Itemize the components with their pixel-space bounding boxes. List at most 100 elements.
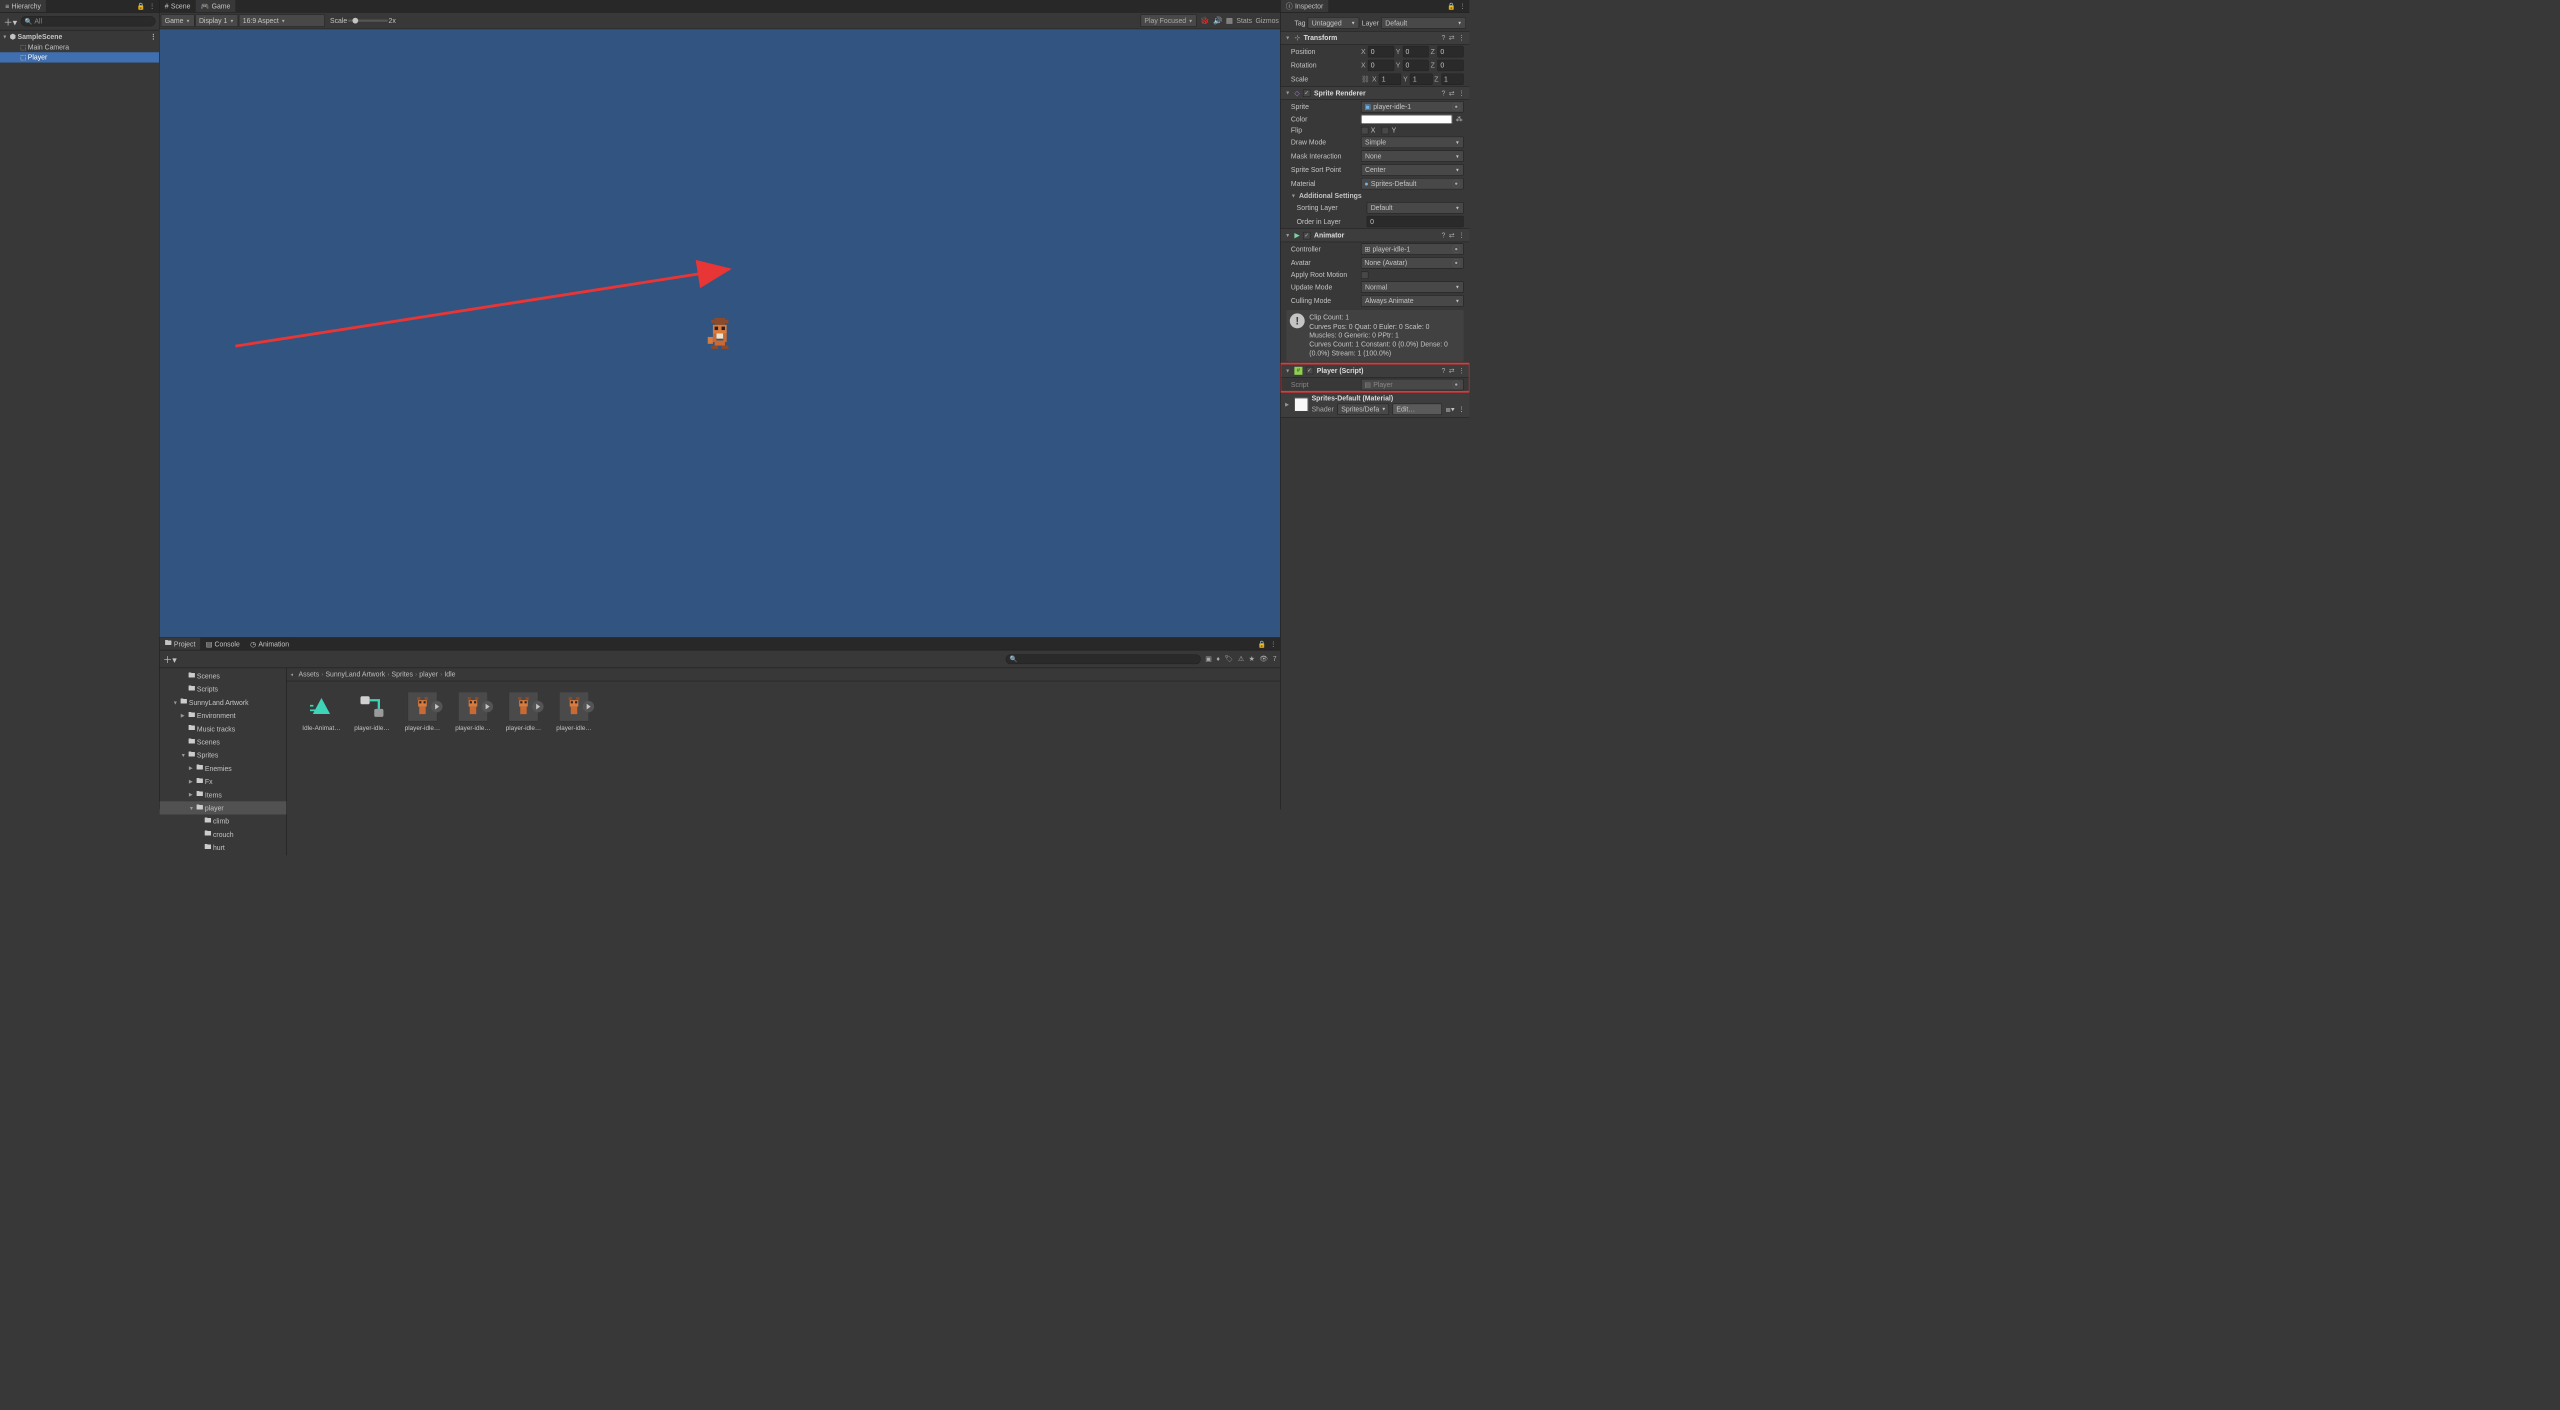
help-icon[interactable]: ? (1441, 367, 1445, 375)
flip-x-checkbox[interactable] (1361, 127, 1368, 134)
lock-icon[interactable]: 🔒 (1447, 2, 1456, 10)
sortpoint-dropdown[interactable]: Center▼ (1361, 164, 1464, 175)
project-tree-row[interactable]: 🖿climb (160, 815, 287, 828)
grid-icon[interactable]: ▦ (1226, 16, 1233, 25)
breadcrumb-item[interactable]: Idle (444, 670, 455, 678)
menu-icon[interactable]: ⋮ (149, 2, 156, 10)
aspect-select[interactable]: 16:9 Aspect▼ (239, 14, 325, 27)
menu-icon[interactable]: ⋮ (1458, 231, 1465, 239)
project-tree-row[interactable]: ▶🖿Enemies (160, 762, 287, 775)
script-field[interactable]: ▤Player (1361, 379, 1464, 390)
rootmotion-checkbox[interactable] (1361, 271, 1368, 278)
preset-icon[interactable]: ⇄ (1449, 367, 1455, 375)
project-tree-row[interactable]: ▶🖿Fx (160, 775, 287, 788)
console-tab[interactable]: ▤Console (201, 638, 245, 650)
label-icon[interactable]: 🏷 (1225, 655, 1234, 663)
project-tree-row[interactable]: ▶🖿Items (160, 788, 287, 801)
rot-z[interactable]: 0 (1437, 60, 1463, 71)
animation-tab[interactable]: ◷Animation (245, 638, 294, 650)
updatemode-dropdown[interactable]: Normal▼ (1361, 281, 1464, 292)
pos-y[interactable]: 0 (1403, 46, 1429, 57)
lock-icon[interactable]: 🔒 (1258, 640, 1267, 648)
animator-component[interactable]: ▼ ▶ ✓ Animator ?⇄⋮ (1281, 228, 1470, 242)
anim-enabled-checkbox[interactable]: ✓ (1303, 232, 1310, 239)
scale-y[interactable]: 1 (1410, 73, 1433, 84)
sr-enabled-checkbox[interactable]: ✓ (1303, 89, 1310, 96)
project-tree-row[interactable]: ▼🖿player (160, 801, 287, 814)
audio-icon[interactable]: 🔊 (1213, 16, 1222, 25)
sortlayer-dropdown[interactable]: Default▼ (1367, 202, 1464, 213)
project-tree-row[interactable]: ▶🖿Environment (160, 709, 287, 722)
mask-dropdown[interactable]: None▼ (1361, 150, 1464, 161)
scene-menu-icon[interactable]: ⋮ (150, 33, 157, 41)
breadcrumb-item[interactable]: player (419, 670, 438, 678)
gizmos-button[interactable]: Gizmos (1256, 17, 1279, 25)
object-picker-icon[interactable] (1452, 259, 1460, 267)
inspector-tab[interactable]: ⓘInspector (1281, 0, 1329, 12)
warning-icon[interactable]: ⚠ (1238, 655, 1244, 663)
pos-z[interactable]: 0 (1437, 46, 1463, 57)
scale-x[interactable]: 1 (1379, 73, 1402, 84)
project-tree-row[interactable]: 🖿Scenes (160, 669, 287, 682)
controller-field[interactable]: ⊞player-idle-1 (1361, 243, 1464, 254)
asset-item[interactable]: player-idle… (455, 692, 492, 732)
project-tree-row[interactable]: ▼🖿Sprites (160, 748, 287, 761)
menu-icon[interactable]: ⋮ (1458, 367, 1465, 375)
menu-icon[interactable]: ⋮ (1458, 34, 1465, 42)
shader-dropdown[interactable]: Sprites/Defa▼ (1337, 404, 1389, 415)
help-icon[interactable]: ? (1441, 34, 1445, 42)
asset-item[interactable]: player-idle… (505, 692, 542, 732)
pos-x[interactable]: 0 (1368, 46, 1394, 57)
transform-component[interactable]: ▼ ⊹ Transform ?⇄⋮ (1281, 31, 1470, 45)
hidden-icon[interactable]: 👁 (1259, 655, 1268, 663)
menu-icon[interactable]: ⋮ (1459, 2, 1466, 10)
help-icon[interactable]: ? (1441, 231, 1445, 239)
layer-dropdown[interactable]: Default▼ (1381, 17, 1466, 28)
tag-dropdown[interactable]: Untagged▼ (1308, 17, 1360, 28)
order-field[interactable]: 0 (1367, 216, 1464, 227)
scale-slider[interactable] (348, 20, 388, 22)
color-field[interactable] (1361, 115, 1452, 124)
stats-button[interactable]: Stats (1236, 17, 1252, 25)
hierarchy-search[interactable]: 🔍 All (21, 16, 156, 26)
cullmode-dropdown[interactable]: Always Animate▼ (1361, 295, 1464, 306)
project-tree-row[interactable]: 🖿Scenes (160, 735, 287, 748)
breadcrumb-item[interactable]: Assets (298, 670, 319, 678)
material-component[interactable]: ▶ Sprites-Default (Material) Shader Spri… (1281, 391, 1470, 417)
lock-icon[interactable]: 🔒 (137, 2, 146, 10)
project-tab[interactable]: 🖿Project (160, 638, 201, 650)
bug-icon[interactable]: 🐞 (1200, 16, 1209, 25)
menu-icon[interactable]: ⋮ (1458, 89, 1465, 97)
asset-item[interactable]: player-idle… (556, 692, 593, 732)
asset-item[interactable]: Idle-Animat… (303, 692, 340, 732)
rot-x[interactable]: 0 (1368, 60, 1394, 71)
asset-item[interactable]: player-idle… (404, 692, 441, 732)
link-icon[interactable]: ⛓ (1361, 75, 1370, 83)
add-asset-button[interactable]: ＋▾ (163, 652, 177, 666)
scene-tab[interactable]: #Scene (160, 0, 196, 12)
project-tree-row[interactable]: ▼🖿SunnyLand Artwork (160, 696, 287, 709)
add-button[interactable]: ＋▾ (3, 14, 17, 28)
asset-item[interactable]: player-idle… (354, 692, 391, 732)
playmode-select[interactable]: Play Focused▼ (1140, 14, 1197, 27)
eyedropper-icon[interactable]: ⁂ (1455, 115, 1464, 123)
scale-z[interactable]: 1 (1441, 73, 1464, 84)
help-icon[interactable]: ? (1441, 89, 1445, 97)
material-field[interactable]: ●Sprites-Default (1361, 178, 1464, 189)
star-icon[interactable]: ★ (1249, 655, 1255, 663)
project-tree-row[interactable]: 🖿Scripts (160, 682, 287, 695)
preset-icon[interactable]: ⇄ (1449, 89, 1455, 97)
filter-icon[interactable]: ▣ (1205, 655, 1212, 663)
edit-button[interactable]: Edit… (1392, 404, 1441, 415)
project-tree-row[interactable]: 🖿crouch (160, 828, 287, 841)
object-picker-icon[interactable] (1452, 381, 1460, 389)
game-tab[interactable]: 🎮Game (196, 0, 236, 12)
project-tree-row[interactable]: 🖿hurt (160, 841, 287, 854)
drawmode-dropdown[interactable]: Simple▼ (1361, 137, 1464, 148)
object-picker-icon[interactable] (1452, 180, 1460, 188)
sprite-field[interactable]: ▣player-idle-1 (1361, 101, 1464, 112)
object-picker-icon[interactable] (1452, 245, 1460, 253)
menu-icon[interactable]: ⋮ (1458, 405, 1465, 413)
flip-y-checkbox[interactable] (1382, 127, 1389, 134)
hierarchy-item-selected[interactable]: ⬚ Player (0, 52, 159, 62)
